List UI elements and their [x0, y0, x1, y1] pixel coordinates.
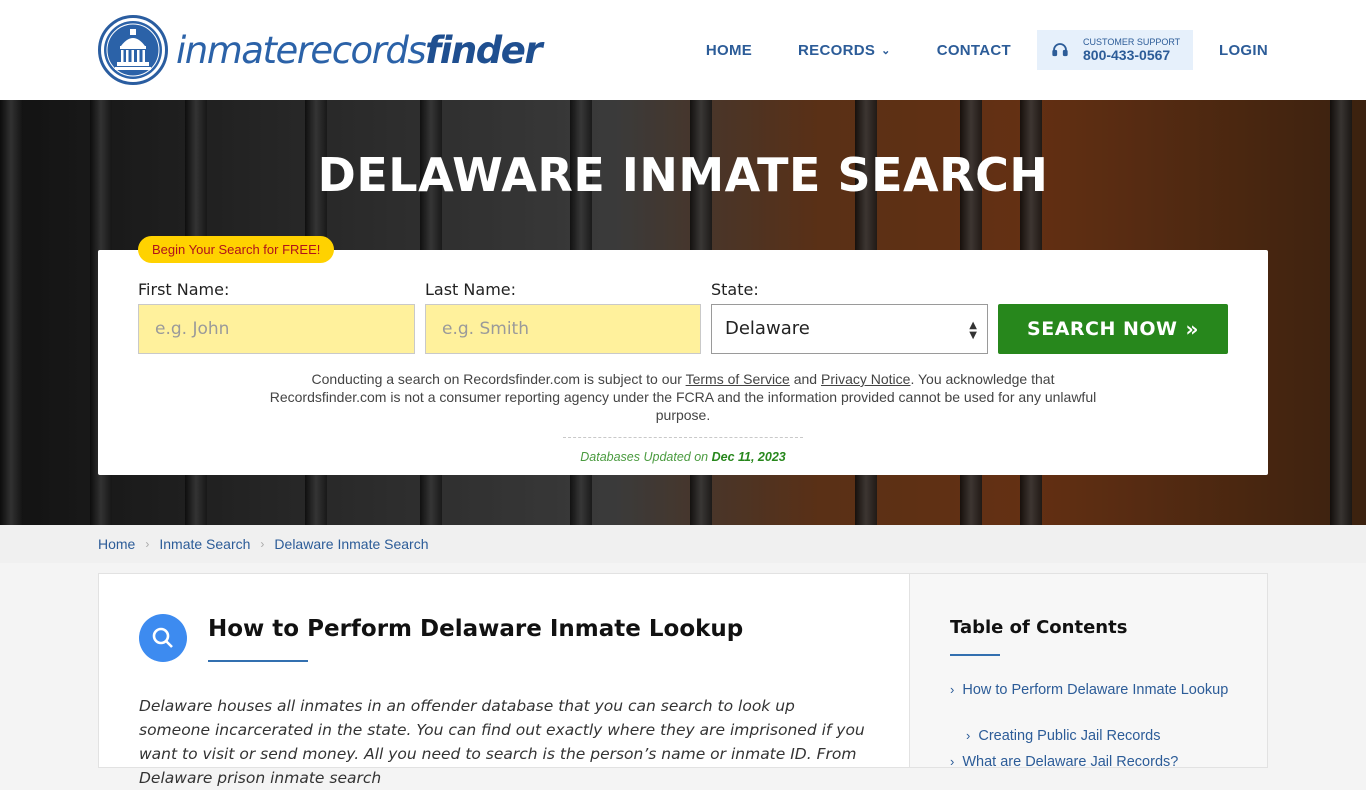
first-name-label: First Name:: [138, 280, 230, 299]
double-chevron-right-icon: »: [1185, 317, 1199, 341]
database-updated-date: Dec 11, 2023: [711, 450, 786, 464]
breadcrumb-inmate-search[interactable]: Inmate Search: [159, 536, 250, 552]
chevron-right-icon: ›: [145, 537, 150, 551]
toc-item-label: How to Perform Delaware Inmate Lookup: [962, 682, 1229, 698]
customer-support-button[interactable]: CUSTOMER SUPPORT 800-433-0567: [1037, 30, 1193, 70]
search-icon: [139, 614, 187, 662]
toc-item[interactable]: › How to Perform Delaware Inmate Lookup: [950, 680, 1230, 700]
last-name-input[interactable]: e.g. Smith: [425, 304, 701, 354]
state-select-value: Delaware: [725, 318, 810, 339]
search-disclaimer: Conducting a search on Recordsfinder.com…: [269, 371, 1097, 423]
search-now-label: SEARCH NOW: [1027, 318, 1178, 340]
toc-item-label: Creating Public Jail Records: [978, 728, 1161, 744]
headset-icon: [1052, 43, 1068, 57]
nav-home[interactable]: HOME: [706, 42, 752, 59]
chevron-right-icon: ›: [950, 682, 955, 697]
page-title: DELAWARE INMATE SEARCH: [317, 148, 1049, 202]
main-nav: HOME RECORDS ⌄ CONTACT CUSTOMER SUPPORT …: [706, 30, 1268, 70]
nav-records[interactable]: RECORDS ⌄: [798, 42, 891, 59]
select-arrows-icon: ▲ ▼: [969, 320, 977, 341]
toc-item[interactable]: › What are Delaware Jail Records?: [950, 752, 1178, 772]
state-label: State:: [711, 280, 759, 299]
search-card: Begin Your Search for FREE! First Name: …: [98, 236, 1268, 475]
support-phone: 800-433-0567: [1083, 46, 1171, 63]
main-content: How to Perform Delaware Inmate Lookup De…: [98, 573, 910, 787]
login-link[interactable]: LOGIN: [1219, 42, 1268, 59]
breadcrumb-delaware-inmate-search[interactable]: Delaware Inmate Search: [274, 536, 428, 552]
table-of-contents: Table of Contents › How to Perform Delaw…: [909, 573, 1268, 770]
terms-of-service-link[interactable]: Terms of Service: [686, 371, 790, 387]
search-now-button[interactable]: SEARCH NOW »: [998, 304, 1228, 354]
support-text: CUSTOMER SUPPORT 800-433-0567: [1083, 37, 1180, 64]
divider: [563, 437, 803, 438]
nav-records-label: RECORDS: [798, 41, 876, 59]
chevron-down-icon: ⌄: [881, 44, 891, 57]
site-header: inmaterecordsfinder HOME RECORDS ⌄ CONTA…: [0, 0, 1366, 100]
chevron-right-icon: ›: [260, 537, 265, 551]
section-heading: How to Perform Delaware Inmate Lookup: [208, 616, 744, 642]
toc-heading: Table of Contents: [950, 617, 1128, 638]
toc-item-label: What are Delaware Jail Records?: [962, 754, 1179, 770]
chevron-right-icon: ›: [950, 754, 955, 769]
heading-underline: [208, 660, 308, 662]
nav-contact[interactable]: CONTACT: [937, 42, 1011, 59]
intro-paragraph: Delaware houses all inmates in an offend…: [139, 697, 865, 787]
support-label: CUSTOMER SUPPORT: [1083, 36, 1181, 47]
breadcrumb-home[interactable]: Home: [98, 536, 135, 552]
free-search-badge: Begin Your Search for FREE!: [138, 236, 335, 263]
toc-item[interactable]: › Creating Public Jail Records: [966, 726, 1160, 746]
chevron-right-icon: ›: [966, 728, 971, 743]
toc-underline: [950, 654, 1000, 656]
first-name-input[interactable]: e.g. John: [138, 304, 415, 354]
state-select[interactable]: Delaware ▲ ▼: [711, 304, 988, 354]
site-logo[interactable]: inmaterecordsfinder: [98, 15, 543, 85]
database-updated-note: Databases Updated on Dec 11, 2023: [580, 450, 786, 464]
capitol-seal-icon: [98, 15, 168, 85]
privacy-notice-link[interactable]: Privacy Notice: [821, 371, 910, 387]
last-name-label: Last Name:: [425, 280, 517, 299]
logo-wordmark: inmaterecordsfinder: [176, 28, 543, 72]
breadcrumb: Home › Inmate Search › Delaware Inmate S…: [0, 525, 1366, 563]
